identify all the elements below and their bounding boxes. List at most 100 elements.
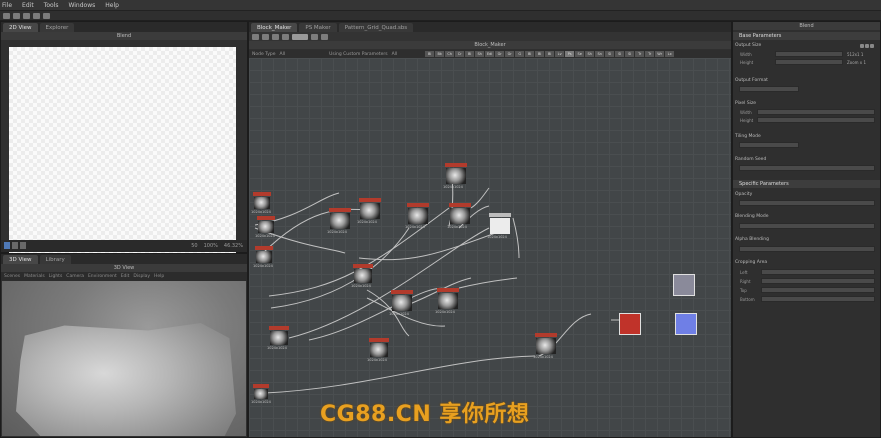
filter-chip[interactable]: Tr	[635, 51, 645, 57]
tab-explorer[interactable]: Explorer	[39, 23, 75, 32]
new-icon[interactable]	[3, 12, 10, 19]
filter-chip[interactable]: Sh	[585, 51, 595, 57]
view-2d-canvas[interactable]	[9, 47, 236, 257]
tab-pattern-grid[interactable]: Pattern_Grid_Quad.sbs	[338, 23, 414, 32]
filter-chip[interactable]: Gr	[505, 51, 515, 57]
opacity-slider[interactable]	[739, 200, 875, 206]
channel-rgb-icon[interactable]	[4, 242, 10, 249]
node-type-value[interactable]: All	[280, 52, 286, 57]
view-3d-menu-camera[interactable]: Camera	[66, 274, 84, 279]
graph-tool-icon-2[interactable]	[262, 33, 269, 40]
blending-mode-select[interactable]	[739, 223, 875, 229]
filter-chip[interactable]: Sl	[615, 51, 625, 57]
graph-node[interactable]: 1024x1024	[443, 163, 467, 189]
graph-tool-icon-4[interactable]	[282, 33, 289, 40]
graph-node[interactable]: 1024x1024	[447, 203, 471, 229]
menu-file[interactable]: File	[2, 2, 12, 9]
view-3d-menu-materials[interactable]: Materials	[24, 274, 45, 279]
graph-node[interactable]: 1024x1024	[327, 208, 351, 234]
graph-node[interactable]: 1024x1024	[357, 198, 381, 224]
tab-library[interactable]: Library	[39, 255, 71, 264]
filter-chip[interactable]: Bl	[525, 51, 535, 57]
menu-tools[interactable]: Tools	[44, 2, 59, 9]
filter-chip[interactable]: Edi	[485, 51, 495, 57]
graph-tool-icon-3[interactable]	[272, 33, 279, 40]
view-3d-viewport[interactable]	[2, 281, 246, 436]
specific-params-header[interactable]: Specific Parameters	[733, 180, 880, 188]
base-params-header[interactable]: Base Parameters	[733, 32, 880, 40]
filter-chip[interactable]: Bl	[545, 51, 555, 57]
link-icon[interactable]	[865, 44, 869, 48]
menu-edit[interactable]: Edit	[22, 2, 34, 9]
output-format-select[interactable]	[739, 86, 799, 92]
view-3d-menu-lights[interactable]: Lights	[49, 274, 63, 279]
filter-chip[interactable]: Se	[575, 51, 585, 57]
filter-chip[interactable]: Lx	[665, 51, 675, 57]
view-3d-menu-edit[interactable]: Edit	[121, 274, 130, 279]
pixel-width-field[interactable]	[757, 109, 875, 115]
graph-node[interactable]: 1024x1024	[435, 288, 459, 314]
open-icon[interactable]	[13, 12, 20, 19]
alpha-blending-select[interactable]	[739, 246, 875, 252]
undo-icon[interactable]	[33, 12, 40, 19]
menu-windows[interactable]: Windows	[68, 2, 95, 9]
graph-node[interactable]: 1024x1024	[533, 333, 557, 359]
output-width-field[interactable]	[775, 51, 843, 57]
channel-alpha-icon[interactable]	[12, 242, 18, 249]
view-3d-menu-scenes[interactable]: Scenes	[4, 274, 20, 279]
filter-chip[interactable]: Sl	[625, 51, 635, 57]
graph-node[interactable]: 1024x1024	[253, 246, 273, 268]
filter-chip[interactable]: Sh	[475, 51, 485, 57]
graph-canvas[interactable]: 1024x1024 1024x1024 1024x1024 1024x1024 1024…	[249, 58, 731, 437]
crop-bottom-field[interactable]	[761, 296, 875, 302]
graph-settings-icon[interactable]	[321, 33, 328, 40]
filter-chip[interactable]: Bk	[435, 51, 445, 57]
tiling-mode-select[interactable]	[739, 142, 799, 148]
output-node-gray[interactable]	[673, 274, 695, 296]
output-height-field[interactable]	[775, 59, 843, 65]
menu-help[interactable]: Help	[105, 2, 119, 9]
filter-chip[interactable]: Sl	[605, 51, 615, 57]
graph-node[interactable]: 1024x1024	[251, 192, 271, 214]
view-3d-menu-help[interactable]: Help	[154, 274, 164, 279]
filter-chip[interactable]: G	[515, 51, 525, 57]
output-node-blue[interactable]	[675, 313, 697, 335]
filter-chip[interactable]: Bl	[465, 51, 475, 57]
tab-2d-view[interactable]: 2D View	[3, 23, 38, 32]
filter-chip[interactable]: Lv	[555, 51, 565, 57]
graph-node[interactable]: 1024x1024	[405, 203, 429, 229]
graph-node[interactable]: 1024x1024	[255, 216, 275, 238]
save-icon[interactable]	[23, 12, 30, 19]
filter-chip[interactable]: Bl	[535, 51, 545, 57]
reset-icon[interactable]	[860, 44, 864, 48]
filter-chip[interactable]: Tr	[645, 51, 655, 57]
pixel-height-field[interactable]	[757, 117, 875, 123]
filter-chip[interactable]: Sn	[595, 51, 605, 57]
tab-3d-view[interactable]: 3D View	[3, 255, 38, 264]
filter-chip[interactable]: Bl	[425, 51, 435, 57]
graph-node[interactable]: 1024x1024	[487, 213, 511, 239]
graph-node[interactable]: 1024x1024	[389, 290, 413, 316]
tab-block-maker[interactable]: Block_Maker	[251, 23, 298, 32]
output-node-red[interactable]	[619, 313, 641, 335]
graph-tool-icon-5[interactable]	[311, 33, 318, 40]
view-3d-menu-environment[interactable]: Environment	[88, 274, 117, 279]
crop-left-field[interactable]	[761, 269, 875, 275]
view-3d-menu-display[interactable]: Display	[133, 274, 150, 279]
graph-node[interactable]: 1024x1024	[351, 264, 373, 288]
redo-icon[interactable]	[43, 12, 50, 19]
filter-chip[interactable]: Ch	[445, 51, 455, 57]
crop-top-field[interactable]	[761, 287, 875, 293]
graph-tool-icon-1[interactable]	[252, 33, 259, 40]
crop-right-field[interactable]	[761, 278, 875, 284]
view-2d-zoom[interactable]: 46.32%	[224, 243, 243, 249]
graph-node[interactable]: 1024x1024	[367, 338, 389, 362]
custom-params-value[interactable]: All	[392, 52, 398, 57]
menu-icon[interactable]	[870, 44, 874, 48]
random-seed-field[interactable]	[739, 165, 875, 171]
filter-chip[interactable]: Wr	[655, 51, 665, 57]
filter-chip[interactable]: Gr	[495, 51, 505, 57]
filter-chip[interactable]: Cr	[455, 51, 465, 57]
filter-chip[interactable]: Ps	[565, 51, 575, 57]
graph-node[interactable]: 1024x1024	[251, 384, 271, 404]
